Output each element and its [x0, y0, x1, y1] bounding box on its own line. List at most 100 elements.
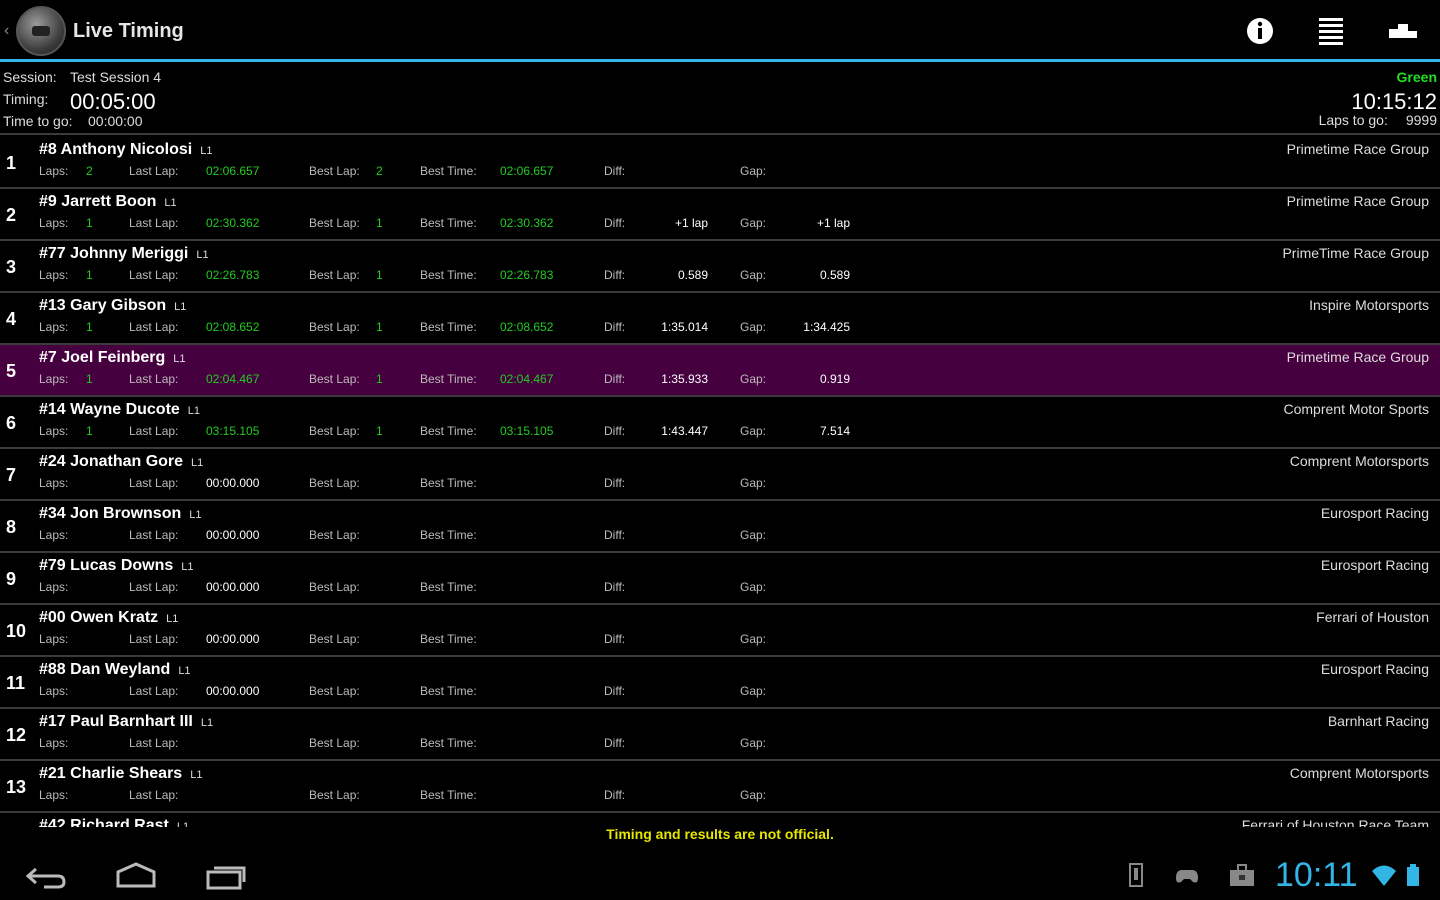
recent-apps-icon[interactable]: [204, 860, 248, 892]
table-row[interactable]: 11 #88 Dan Weyland L1 Eurosport Racing La…: [0, 657, 1440, 709]
best-time-label: Best Time:: [420, 476, 477, 490]
team-name: Eurosport Racing: [1320, 661, 1429, 677]
team-name: Primetime Race Group: [1286, 193, 1429, 209]
laps-label: Laps:: [39, 528, 69, 542]
diff-label: Diff:: [604, 164, 626, 178]
class-badge: L1: [196, 249, 209, 261]
best-time-label: Best Time:: [420, 216, 477, 230]
table-row[interactable]: 3 #77 Johnny Meriggi L1 PrimeTime Race Gr…: [0, 241, 1440, 293]
best-time-label: Best Time:: [420, 528, 477, 542]
table-row[interactable]: 1 #8 Anthony Nicolosi L1 Primetime Race G…: [0, 137, 1440, 189]
best-lap-label: Best Lap:: [309, 736, 360, 750]
unofficial-notice: Timing and results are not official.: [606, 826, 834, 842]
back-icon[interactable]: [24, 860, 68, 892]
app-logo-icon[interactable]: [16, 6, 66, 56]
driver-text: #9 Jarrett Boon: [39, 193, 157, 210]
team-name: Barnhart Racing: [1327, 713, 1429, 729]
table-row[interactable]: 2 #9 Jarrett Boon L1 Primetime Race Group…: [0, 189, 1440, 241]
table-row[interactable]: 9 #79 Lucas Downs L1 Eurosport Racing Lap…: [0, 553, 1440, 605]
diff-label: Diff:: [604, 268, 626, 282]
last-lap-value: 02:04.467: [206, 372, 260, 386]
driver-name: #24 Jonathan Gore L1: [39, 453, 203, 471]
best-time-value: 03:15.105: [500, 424, 554, 438]
team-name: PrimeTime Race Group: [1282, 245, 1429, 261]
list-icon[interactable]: [1314, 14, 1348, 48]
driver-text: #14 Wayne Ducote: [39, 401, 180, 418]
diff-label: Diff:: [604, 424, 626, 438]
table-row[interactable]: 7 #24 Jonathan Gore L1 Comprent Motorspor…: [0, 449, 1440, 501]
info-icon[interactable]: [1243, 14, 1277, 48]
table-row[interactable]: 4 #13 Gary Gibson L1 Inspire Motorsports …: [0, 293, 1440, 345]
timing-list[interactable]: 1 #8 Anthony Nicolosi L1 Primetime Race G…: [0, 137, 1440, 827]
best-lap-label: Best Lap:: [309, 580, 360, 594]
team-name: Comprent Motorsports: [1289, 765, 1429, 781]
class-badge: L1: [187, 405, 201, 417]
laps-to-go: Laps to go: 9999: [1319, 112, 1437, 128]
table-row[interactable]: 13 #21 Charlie Shears L1 Comprent Motorsp…: [0, 761, 1440, 813]
team-name: Primetime Race Group: [1286, 349, 1429, 365]
last-lap-label: Last Lap:: [129, 632, 179, 646]
diff-label: Diff:: [604, 632, 626, 646]
gap-label: Gap:: [740, 164, 767, 178]
diff-label: Diff:: [604, 684, 626, 698]
driver-name: #8 Anthony Nicolosi L1: [39, 141, 212, 159]
best-lap-label: Best Lap:: [309, 788, 360, 802]
table-row[interactable]: 6 #14 Wayne Ducote L1 Comprent Motor Spor…: [0, 397, 1440, 449]
diff-value: 0.589: [677, 268, 708, 282]
last-lap-value: 03:15.105: [206, 424, 260, 438]
best-time-label: Best Time:: [420, 788, 477, 802]
podium-icon[interactable]: [1386, 14, 1420, 48]
diff-label: Diff:: [604, 320, 626, 334]
best-time-label: Best Time:: [420, 684, 477, 698]
table-row[interactable]: 8 #34 Jon Brownson L1 Eurosport Racing La…: [0, 501, 1440, 553]
position: 4: [6, 309, 17, 329]
best-time-value: 02:08.652: [500, 320, 554, 334]
home-icon[interactable]: [114, 860, 158, 892]
driver-text: #8 Anthony Nicolosi: [39, 141, 193, 158]
laps-label: Laps:: [39, 476, 69, 490]
driver-text: #00 Owen Kratz: [39, 609, 159, 626]
driver-text: #79 Lucas Downs: [39, 557, 174, 574]
position: 11: [6, 673, 26, 693]
session-label: Session:: [3, 69, 57, 85]
best-time-label: Best Time:: [420, 424, 477, 438]
gap-label: Gap:: [740, 216, 767, 230]
table-row[interactable]: 14 #42 Richard RastL1 Ferrari of Houston…: [0, 813, 1440, 827]
driver-text: #21 Charlie Shears: [39, 765, 183, 782]
best-lap-value: 1: [376, 216, 383, 230]
driver-name: #00 Owen Kratz L1: [39, 609, 178, 627]
position: 3: [6, 257, 17, 277]
driver-name: #13 Gary Gibson L1: [39, 297, 186, 315]
up-caret-icon[interactable]: ‹: [4, 22, 9, 40]
gap-value: +1 lap: [816, 216, 850, 230]
gap-label: Gap:: [740, 372, 767, 386]
table-row[interactable]: 12 #17 Paul Barnhart III L1 Barnhart Raci…: [0, 709, 1440, 761]
driver-name: #9 Jarrett Boon L1: [39, 193, 177, 211]
gap-label: Gap:: [740, 424, 767, 438]
laps-label: Laps:: [39, 268, 69, 282]
best-time-value: 02:06.657: [500, 164, 554, 178]
table-row[interactable]: 5 #7 Joel Feinberg L1 Primetime Race Grou…: [0, 345, 1440, 397]
best-time-value: 02:04.467: [500, 372, 554, 386]
last-lap-value: 02:06.657: [206, 164, 260, 178]
laps-label: Laps:: [39, 580, 69, 594]
last-lap-label: Last Lap:: [129, 216, 179, 230]
best-lap-value: 1: [376, 268, 383, 282]
gap-label: Gap:: [740, 788, 767, 802]
best-time-label: Best Time:: [420, 372, 477, 386]
position: 2: [6, 205, 17, 225]
class-badge: L1: [200, 145, 213, 157]
table-row[interactable]: 10 #00 Owen Kratz L1 Ferrari of Houston L…: [0, 605, 1440, 657]
class-badge: L1: [173, 353, 186, 365]
position: 5: [6, 361, 17, 381]
best-lap-label: Best Lap:: [309, 320, 360, 334]
laps-label: Laps:: [39, 424, 69, 438]
best-time-label: Best Time:: [420, 580, 477, 594]
last-lap-value: 02:30.362: [206, 216, 260, 230]
time-to-go-label: Time to go:: [3, 113, 73, 129]
laps-label: Laps:: [39, 736, 69, 750]
laps-value: 2: [86, 164, 93, 178]
diff-label: Diff:: [604, 372, 626, 386]
best-time-label: Best Time:: [420, 268, 477, 282]
diff-label: Diff:: [604, 736, 626, 750]
